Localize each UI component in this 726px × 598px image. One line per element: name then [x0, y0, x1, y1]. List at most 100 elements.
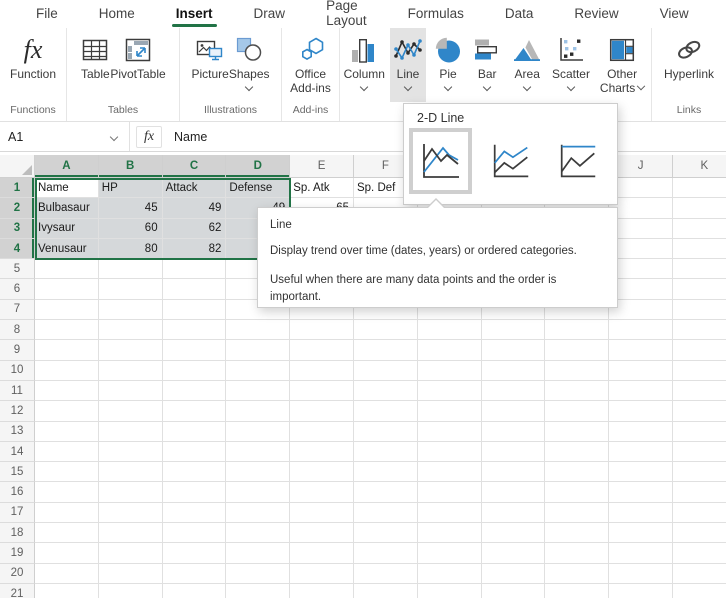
- cell-C21[interactable]: [162, 583, 227, 598]
- cell-C6[interactable]: [162, 279, 227, 300]
- cell-J20[interactable]: [609, 563, 673, 584]
- cell-G15[interactable]: [417, 462, 482, 483]
- cell-D14[interactable]: [226, 441, 291, 463]
- cell-B12[interactable]: [98, 401, 163, 422]
- tab-page-layout[interactable]: Page Layout: [324, 0, 369, 34]
- cell-B1[interactable]: HP: [98, 178, 163, 199]
- cell-A13[interactable]: [35, 421, 99, 442]
- cell-I10[interactable]: [545, 360, 610, 381]
- cell-J21[interactable]: [609, 583, 673, 598]
- cell-E20[interactable]: [290, 563, 354, 584]
- column-header-B[interactable]: B: [98, 155, 163, 178]
- cell-A4[interactable]: Venusaur: [35, 238, 99, 260]
- cell-K5[interactable]: [672, 259, 726, 280]
- cell-I11[interactable]: [545, 380, 610, 402]
- cell-I9[interactable]: [545, 340, 610, 361]
- cell-C7[interactable]: [162, 299, 227, 321]
- cell-J10[interactable]: [609, 360, 673, 381]
- area-chart-button[interactable]: Area: [509, 28, 546, 102]
- picture-button[interactable]: Picture: [191, 28, 229, 102]
- cell-E18[interactable]: [290, 523, 354, 544]
- cell-G11[interactable]: [417, 380, 482, 402]
- cell-E12[interactable]: [290, 401, 354, 422]
- cell-I14[interactable]: [545, 441, 610, 463]
- cell-F19[interactable]: [353, 543, 418, 564]
- cell-A12[interactable]: [35, 401, 99, 422]
- cell-K16[interactable]: [672, 482, 726, 503]
- cell-C11[interactable]: [162, 380, 227, 402]
- tab-draw[interactable]: Draw: [252, 2, 288, 27]
- cell-E14[interactable]: [290, 441, 354, 463]
- cell-I15[interactable]: [545, 462, 610, 483]
- cell-E15[interactable]: [290, 462, 354, 483]
- cell-E10[interactable]: [290, 360, 354, 381]
- cell-I8[interactable]: [545, 320, 610, 341]
- tab-view[interactable]: View: [658, 2, 691, 27]
- cell-B4[interactable]: 80: [98, 238, 163, 260]
- cell-K15[interactable]: [672, 462, 726, 483]
- cell-K4[interactable]: [672, 238, 726, 260]
- cell-J6[interactable]: [609, 279, 673, 300]
- cell-B6[interactable]: [98, 279, 163, 300]
- cell-J15[interactable]: [609, 462, 673, 483]
- cell-A17[interactable]: [35, 502, 99, 524]
- cell-J1[interactable]: [609, 178, 673, 199]
- cell-F9[interactable]: [353, 340, 418, 361]
- row-header-14[interactable]: 14: [0, 441, 35, 463]
- cell-K18[interactable]: [672, 523, 726, 544]
- cell-B15[interactable]: [98, 462, 163, 483]
- cell-E17[interactable]: [290, 502, 354, 524]
- cell-G12[interactable]: [417, 401, 482, 422]
- cell-A9[interactable]: [35, 340, 99, 361]
- cell-C12[interactable]: [162, 401, 227, 422]
- table-button[interactable]: Table: [80, 28, 110, 102]
- cell-E16[interactable]: [290, 482, 354, 503]
- column-header-E[interactable]: E: [290, 155, 354, 178]
- cell-A8[interactable]: [35, 320, 99, 341]
- column-chart-button[interactable]: Column: [343, 28, 386, 102]
- cell-J9[interactable]: [609, 340, 673, 361]
- row-header-4[interactable]: 4: [0, 238, 35, 260]
- cell-A20[interactable]: [35, 563, 99, 584]
- cell-H16[interactable]: [481, 482, 546, 503]
- cell-J3[interactable]: [609, 218, 673, 239]
- cell-C16[interactable]: [162, 482, 227, 503]
- cell-G18[interactable]: [417, 523, 482, 544]
- cell-F12[interactable]: [353, 401, 418, 422]
- cell-H20[interactable]: [481, 563, 546, 584]
- cell-J8[interactable]: [609, 320, 673, 341]
- cell-D13[interactable]: [226, 421, 291, 442]
- row-header-18[interactable]: 18: [0, 523, 35, 544]
- cell-K13[interactable]: [672, 421, 726, 442]
- cell-K1[interactable]: [672, 178, 726, 199]
- cell-A1[interactable]: Name: [35, 178, 99, 199]
- cell-E9[interactable]: [290, 340, 354, 361]
- cell-D19[interactable]: [226, 543, 291, 564]
- cell-C20[interactable]: [162, 563, 227, 584]
- cell-K8[interactable]: [672, 320, 726, 341]
- cell-G16[interactable]: [417, 482, 482, 503]
- cell-K3[interactable]: [672, 218, 726, 239]
- cell-D20[interactable]: [226, 563, 291, 584]
- row-header-12[interactable]: 12: [0, 401, 35, 422]
- cell-E13[interactable]: [290, 421, 354, 442]
- row-header-5[interactable]: 5: [0, 259, 35, 280]
- cell-A19[interactable]: [35, 543, 99, 564]
- cell-J18[interactable]: [609, 523, 673, 544]
- row-header-19[interactable]: 19: [0, 543, 35, 564]
- cell-H18[interactable]: [481, 523, 546, 544]
- cell-F10[interactable]: [353, 360, 418, 381]
- name-box[interactable]: A1: [0, 122, 130, 151]
- cell-K21[interactable]: [672, 583, 726, 598]
- cell-J17[interactable]: [609, 502, 673, 524]
- row-header-3[interactable]: 3: [0, 218, 35, 239]
- cell-C14[interactable]: [162, 441, 227, 463]
- cell-C2[interactable]: 49: [162, 198, 227, 219]
- cell-I16[interactable]: [545, 482, 610, 503]
- cell-B2[interactable]: 45: [98, 198, 163, 219]
- cell-I21[interactable]: [545, 583, 610, 598]
- function-button[interactable]: fx Function: [10, 28, 56, 102]
- cell-G8[interactable]: [417, 320, 482, 341]
- cell-E21[interactable]: [290, 583, 354, 598]
- cell-B19[interactable]: [98, 543, 163, 564]
